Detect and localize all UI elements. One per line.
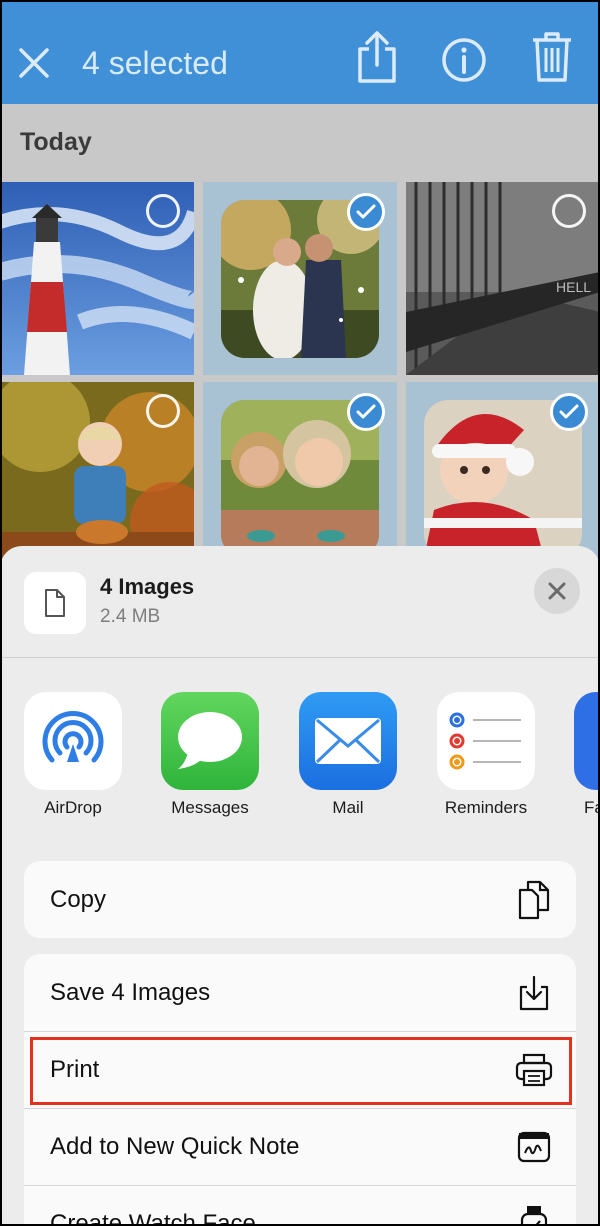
app-messages[interactable]: Messages	[161, 692, 259, 818]
app-label: Fa	[584, 798, 600, 817]
action-label: Add to New Quick Note	[50, 1133, 300, 1160]
action-add-quick-note[interactable]: Add to New Quick Note	[24, 1108, 576, 1185]
document-icon	[45, 589, 65, 617]
app-airdrop[interactable]: AirDrop	[24, 692, 122, 818]
sheet-divider	[0, 657, 600, 658]
svg-text:HELL: HELL	[556, 279, 591, 295]
share-sheet: 4 Images 2.4 MB AirDrop Messages Mail Re…	[0, 546, 600, 1226]
close-selection-button[interactable]	[14, 40, 54, 86]
action-copy[interactable]: Copy	[24, 861, 576, 938]
print-highlight-box	[30, 1037, 572, 1105]
selection-count-title: 4 selected	[82, 45, 228, 81]
watch-icon	[514, 1204, 554, 1226]
photo-corridor[interactable]: HELL	[406, 182, 600, 375]
app-label: Mail	[332, 798, 364, 817]
close-icon	[548, 582, 566, 600]
reminders-icon	[449, 712, 521, 770]
photo-grid: HELL	[0, 182, 600, 575]
messages-icon	[178, 712, 242, 769]
app-label: Reminders	[444, 798, 528, 817]
share-button[interactable]	[350, 26, 404, 88]
quick-note-icon	[514, 1127, 554, 1167]
checkmark-icon	[559, 404, 579, 419]
app-mail[interactable]: Mail	[299, 692, 397, 818]
app-reminders[interactable]: Reminders	[437, 692, 535, 818]
copy-icon	[514, 880, 554, 920]
photo-lighthouse[interactable]	[0, 182, 194, 375]
selection-circle[interactable]	[146, 394, 180, 428]
selection-circle[interactable]	[146, 194, 180, 228]
section-header: Today	[0, 104, 600, 182]
app-icon	[574, 692, 600, 790]
app-label: Messages	[171, 798, 249, 817]
info-icon	[442, 38, 486, 82]
delete-button[interactable]	[526, 28, 578, 86]
selected-checkmark[interactable]	[550, 393, 588, 431]
share-file-title: 4 Images	[100, 574, 195, 599]
app-partial[interactable]: Fa	[574, 692, 600, 818]
save-icon	[514, 973, 554, 1013]
top-navigation-bar: 4 selected	[0, 0, 600, 104]
mail-icon	[315, 718, 381, 764]
app-label: AirDrop	[44, 798, 102, 817]
action-label: Create Watch Face	[50, 1210, 256, 1226]
checkmark-icon	[356, 404, 376, 419]
action-group-primary: Copy	[24, 861, 576, 938]
file-thumbnail	[24, 572, 86, 634]
close-sheet-button[interactable]	[534, 568, 580, 614]
selection-circle[interactable]	[552, 194, 586, 228]
action-label: Copy	[50, 885, 107, 913]
close-icon	[19, 48, 49, 78]
trash-icon	[533, 32, 571, 82]
info-button[interactable]	[436, 32, 492, 88]
share-file-size: 2.4 MB	[100, 606, 161, 627]
checkmark-icon	[356, 204, 376, 219]
section-label: Today	[20, 128, 92, 156]
share-icon	[358, 31, 396, 83]
action-create-watch-face[interactable]: Create Watch Face	[24, 1185, 576, 1226]
airdrop-icon	[42, 710, 104, 763]
selected-checkmark[interactable]	[347, 393, 385, 431]
action-label: Save 4 Images	[50, 978, 211, 1006]
selected-checkmark[interactable]	[347, 193, 385, 231]
photo-wedding-couple[interactable]	[203, 182, 397, 375]
action-save-images[interactable]: Save 4 Images	[24, 954, 576, 1031]
